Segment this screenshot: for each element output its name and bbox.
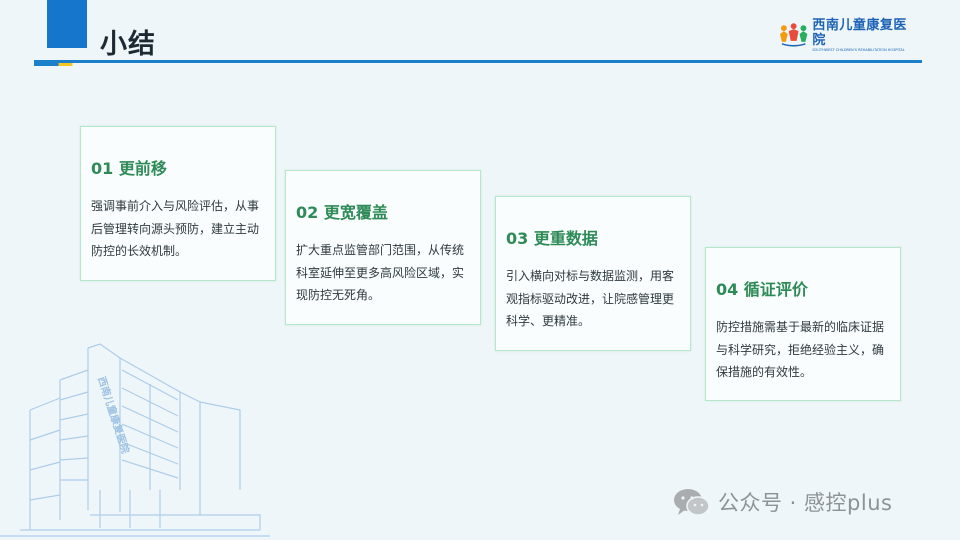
slide: 小结 西南儿童康复医院 SOUTHWEST CHILDREN'S REHABIL… [0,0,960,540]
card-heading: 04 循证评价 [716,280,808,299]
building-sign: 西南儿童康复医院 [95,375,132,455]
logo-subtitle: SOUTHWEST CHILDREN'S REHABILITATION HOSP… [812,47,905,52]
logo-name: 西南儿童康复医院 [812,17,907,48]
children-figures-icon [779,23,808,47]
title-accent-block [47,0,87,48]
watermark-text: 公众号 · 感控plus [718,491,893,515]
card-heading: 03 更重数据 [506,229,598,248]
card-heading: 02 更宽覆盖 [296,203,388,222]
hospital-building-illustration: 西南儿童康复医院 [0,343,270,537]
header-divider [34,60,922,63]
card-body: 引入横向对标与数据监测，用客观指标驱动改进，让院感管理更科学、更精准。 [506,269,675,328]
page-title: 小结 [100,29,156,60]
header-divider-accent [34,63,104,66]
card-body: 防控措施需基于最新的临床证据与科学研究，拒绝经验主义，确保措施的有效性。 [716,320,885,379]
summary-card-4: 04 循证评价 防控措施需基于最新的临床证据与科学研究，拒绝经验主义，确保措施的… [705,247,901,401]
summary-card-2: 02 更宽覆盖 扩大重点监管部门范围，从传统科室延伸至更多高风险区域，实现防控无… [285,170,481,325]
card-body: 强调事前介入与风险评估，从事后管理转向源头预防，建立主动防控的长效机制。 [91,199,260,258]
hospital-logo: 西南儿童康复医院 SOUTHWEST CHILDREN'S REHABILITA… [778,18,918,52]
summary-card-1: 01 更前移 强调事前介入与风险评估，从事后管理转向源头预防，建立主动防控的长效… [80,126,276,281]
card-body: 扩大重点监管部门范围，从传统科室延伸至更多高风险区域，实现防控无死角。 [296,243,465,302]
wechat-watermark: 公众号 · 感控plus [672,487,892,517]
wechat-icon [674,489,710,516]
card-heading: 01 更前移 [91,159,167,178]
summary-card-3: 03 更重数据 引入横向对标与数据监测，用客观指标驱动改进，让院感管理更科学、更… [495,196,691,351]
